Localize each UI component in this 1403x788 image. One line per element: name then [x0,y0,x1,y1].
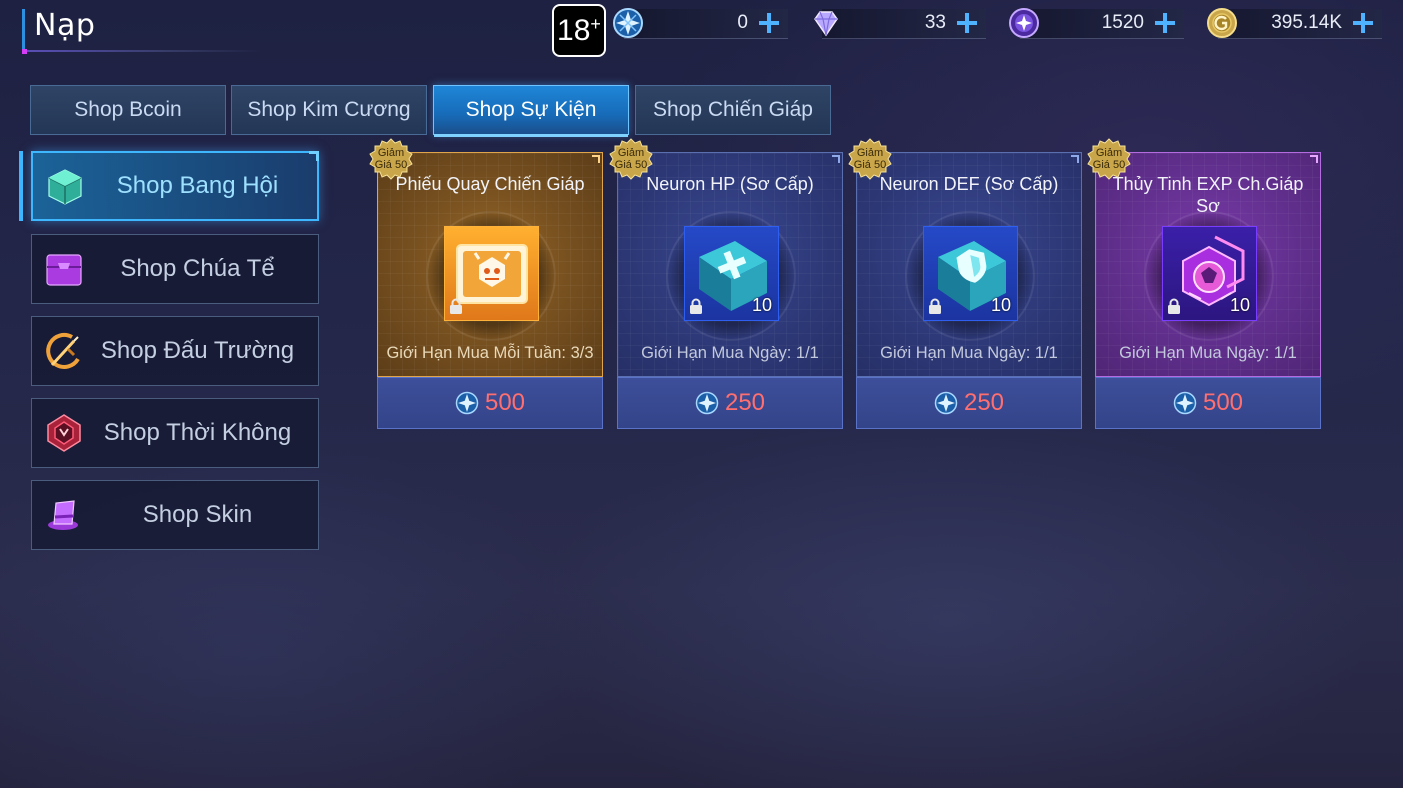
item-price: 500 [1202,389,1244,416]
title-underline [22,50,262,52]
discount-badge-line2: Giá 50 [853,159,887,171]
bcoin-icon [455,391,479,415]
age-rating-suffix: + [590,14,601,34]
gold-amount: 395.14K [1271,12,1342,33]
bcoin-icon [613,8,643,38]
lock-icon [690,298,702,314]
add-diamond-button[interactable] [954,10,980,36]
item-quantity: 10 [1229,295,1250,315]
buy-button[interactable]: 500 [377,377,603,429]
sidebar-active-indicator [19,151,23,221]
title-dot [22,49,27,54]
page-title: Nạp [34,8,96,43]
diamond-amount: 33 [924,12,946,33]
add-star-crystal-button[interactable] [1152,10,1178,36]
title-accent-bar [22,9,25,49]
discount-badge-line1: Giảm [377,147,405,159]
sidebar-item-shop-thoi-khong[interactable]: Shop Thời Không [31,398,319,468]
shop-item-card[interactable]: Neuron DEF (Sơ Cấp) 10 Giới Hạn Mua Ngày… [848,138,1082,429]
tab-shop-chien-giap[interactable]: Shop Chiến Giáp [635,85,831,135]
shop-item-card[interactable]: Thủy Tinh EXP Ch.Giáp Sơ 10 Giới Hạn Mua… [1087,138,1321,429]
discount-badge: Giảm Giá 50 [609,138,653,182]
discount-badge-line2: Giá 50 [614,159,648,171]
chest-icon [46,254,82,286]
discount-badge-line2: Giá 50 [1092,159,1126,171]
bcoin-icon [1173,391,1197,415]
sidebar-item-shop-bang-hoi[interactable]: Shop Bang Hội [31,151,319,221]
item-image: 10 [923,226,1018,321]
diamond-icon [814,11,838,37]
sidebar-item-shop-chua-te[interactable]: Shop Chúa Tể [31,234,319,304]
lock-icon [929,298,941,314]
shop-item-card[interactable]: Neuron HP (Sơ Cấp) 10 Giới Hạn Mua Ngày:… [609,138,843,429]
item-name: Phiếu Quay Chiến Giáp [395,174,585,194]
discount-badge: Giảm Giá 50 [848,138,892,182]
buy-button[interactable]: 250 [617,377,843,429]
add-gold-button[interactable] [1350,10,1376,36]
sidebar-item-shop-dau-truong[interactable]: Shop Đấu Trường [31,316,319,386]
hat-icon [48,500,78,530]
item-image [444,226,539,321]
bcoin-icon [934,391,958,415]
star-crystal-amount: 1520 [1101,12,1144,33]
page-header: Nạp [22,6,272,54]
purchase-limit: Giới Hạn Mua Mỗi Tuần: 3/3 [386,344,594,362]
gold-coin-icon [1207,8,1237,38]
item-name: Thủy Tinh EXP Ch.Giáp Sơ [1112,174,1304,216]
emblem-icon [47,414,81,452]
buy-button[interactable]: 500 [1095,377,1321,429]
bcoin-amount: 0 [737,12,748,33]
purchase-limit: Giới Hạn Mua Ngày: 1/1 [641,344,819,362]
age-rating-badge: 18 + [552,4,606,57]
currency-diamond: 33 [810,7,986,40]
item-image: 10 [1162,226,1257,321]
buy-button[interactable]: 250 [856,377,1082,429]
tab-shop-bcoin[interactable]: Shop Bcoin [30,85,226,135]
item-name: Neuron DEF (Sơ Cấp) [879,174,1059,194]
item-name: Neuron HP (Sơ Cấp) [646,174,814,194]
discount-badge-line1: Giảm [617,147,645,159]
lock-icon [1168,298,1180,314]
guild-cube-icon [48,169,82,205]
tab-shop-kim-cuong[interactable]: Shop Kim Cương [231,85,427,135]
item-price: 250 [963,389,1005,416]
item-price: 500 [484,389,526,416]
add-bcoin-button[interactable] [756,10,782,36]
sidebar-item-shop-skin[interactable]: Shop Skin [31,480,319,550]
bcoin-icon [695,391,719,415]
discount-badge-line2: Giá 50 [374,159,408,171]
discount-badge: Giảm Giá 50 [369,138,413,182]
purchase-limit: Giới Hạn Mua Ngày: 1/1 [880,344,1058,362]
discount-badge: Giảm Giá 50 [1087,138,1131,182]
age-rating-number: 18 [557,13,591,47]
currency-bcoin: 0 [612,7,788,40]
star-crystal-icon [1009,8,1039,38]
item-image: 10 [684,226,779,321]
lock-icon [450,298,462,314]
purchase-limit: Giới Hạn Mua Ngày: 1/1 [1119,344,1297,362]
item-quantity: 10 [990,295,1011,315]
crossed-swords-icon [46,333,80,369]
item-price: 250 [724,389,766,416]
discount-badge-line1: Giảm [1095,147,1123,159]
discount-badge-line1: Giảm [856,147,884,159]
tab-shop-su-kien[interactable]: Shop Sự Kiện [433,85,629,137]
item-quantity: 10 [751,295,772,315]
currency-gold: 395.14K [1206,7,1382,40]
currency-star-crystal: 1520 [1008,7,1184,40]
shop-item-card[interactable]: Phiếu Quay Chiến Giáp Giới Hạn Mua Mỗi T… [369,138,603,429]
